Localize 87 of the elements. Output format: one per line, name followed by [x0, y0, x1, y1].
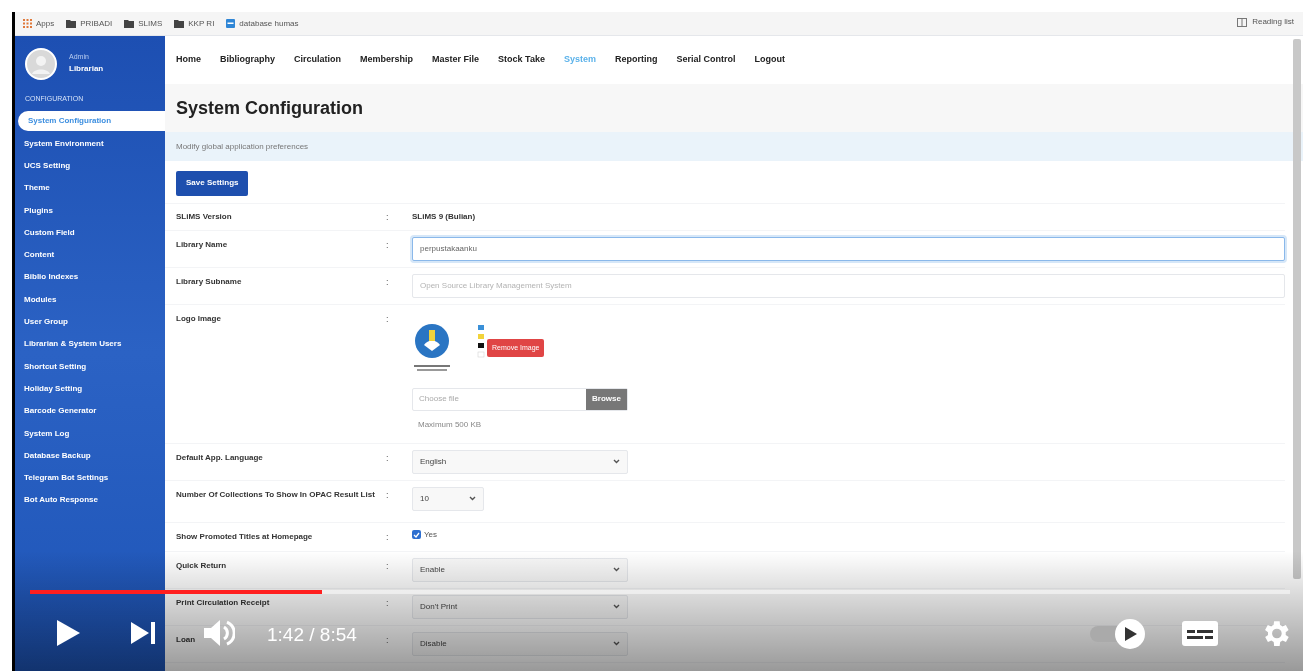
folder-icon: [66, 19, 77, 28]
colon-separator: :: [386, 596, 390, 610]
sidebar-item[interactable]: Modules: [15, 288, 165, 311]
sidebar-item[interactable]: Shortcut Setting: [15, 355, 165, 378]
sidebar-item[interactable]: Biblio Indexes: [15, 266, 165, 289]
setting-label: Loan: [176, 633, 196, 646]
setting-label: Library Subname: [176, 275, 242, 288]
bookmark-link[interactable]: Apps: [36, 17, 55, 30]
sidebar-item[interactable]: Barcode Generator: [15, 400, 165, 423]
save-settings-button[interactable]: Save Settings: [176, 170, 249, 196]
setting-label: Number Of Collections To Show In OPAC Result List: [176, 488, 375, 501]
setting-label: SLiMS Version: [176, 210, 232, 223]
checkbox-label: Yes: [424, 528, 438, 541]
select-field[interactable]: English: [412, 449, 628, 474]
colon-separator: :: [386, 210, 390, 224]
apps-icon: [23, 19, 32, 28]
avatar-icon: [25, 47, 57, 80]
caret-icon: [469, 496, 476, 501]
colon-separator: :: [386, 633, 390, 647]
sidebar-item[interactable]: Database Backup: [15, 444, 165, 467]
colon-separator: :: [386, 238, 390, 252]
caret-icon: [613, 641, 620, 646]
scrollbar[interactable]: [1293, 39, 1301, 579]
select-field[interactable]: Enable: [412, 557, 628, 582]
setting-label: Library Name: [176, 238, 228, 251]
site-icon: [226, 19, 236, 28]
select-field[interactable]: 10: [412, 486, 484, 511]
sidebar-item[interactable]: System Log: [15, 422, 165, 445]
bookmark-link[interactable]: database humas: [239, 17, 299, 30]
setting-label: Show Promoted Titles at Homepage: [176, 530, 313, 543]
page-title: System Configuration: [176, 96, 363, 120]
select-field[interactable]: Don't Print: [412, 594, 628, 619]
setting-label: Quick Return: [176, 559, 227, 572]
reading-list-icon: [1237, 17, 1248, 27]
nav-link[interactable]: Home: [176, 53, 201, 67]
video-time: 1:42 / 8:54: [267, 623, 357, 647]
colon-separator: :: [386, 275, 390, 289]
next-icon[interactable]: [130, 621, 156, 645]
reading-list-link[interactable]: Reading list: [1252, 16, 1294, 28]
colon-separator: :: [386, 530, 390, 544]
sidebar-item[interactable]: Plugins: [15, 199, 165, 222]
text-field[interactable]: perpustakaanku: [412, 236, 1285, 261]
nav-link[interactable]: Reporting: [615, 53, 658, 67]
setting-label: Logo Image: [176, 312, 221, 325]
page-subtitle: Modify global application preferences: [176, 140, 309, 153]
user-name: Librarian: [69, 62, 104, 75]
version-text: SLiMS 9 (Bulian): [412, 210, 477, 223]
sidebar-item[interactable]: Librarian & System Users: [15, 333, 165, 356]
text-field[interactable]: Open Source Library Management System: [412, 273, 1285, 298]
select-field[interactable]: Disable: [412, 631, 628, 656]
checkbox[interactable]: [412, 530, 421, 539]
bookmark-link[interactable]: PRIBADI: [80, 17, 113, 30]
nav-link[interactable]: Serial Control: [676, 53, 736, 67]
caret-icon: [613, 567, 620, 572]
hint-text: Maximum 500 KB: [417, 418, 483, 431]
sidebar-item[interactable]: User Group: [15, 310, 165, 334]
sidebar-item[interactable]: Theme: [15, 177, 165, 200]
nav-link[interactable]: Master File: [432, 53, 480, 67]
bookmark-link[interactable]: SLIMS: [138, 17, 163, 30]
setting-label: Print Circulation Receipt: [176, 596, 270, 609]
sidebar-item[interactable]: Telegram Bot Settings: [15, 466, 165, 490]
nav-link[interactable]: Bibliography: [220, 53, 276, 67]
colon-separator: :: [386, 559, 390, 573]
sidebar-item[interactable]: Bot Auto Response: [15, 489, 165, 512]
setting-label: Default App. Language: [176, 451, 263, 464]
sidebar-item[interactable]: Custom Field: [15, 221, 165, 244]
nav-link[interactable]: Circulation: [294, 53, 342, 67]
sidebar-item[interactable]: Content: [15, 244, 165, 267]
sidebar-item[interactable]: UCS Setting: [15, 154, 165, 178]
colon-separator: :: [386, 312, 390, 326]
play-icon[interactable]: [55, 619, 81, 647]
caret-icon: [613, 459, 620, 464]
colon-separator: :: [386, 451, 390, 465]
nav-link[interactable]: Stock Take: [498, 53, 545, 67]
caret-icon: [613, 604, 620, 609]
subtitles-icon[interactable]: [1181, 620, 1219, 647]
sidebar-item[interactable]: System Environment: [15, 132, 165, 155]
bookmark-link[interactable]: KKP RI: [188, 17, 215, 30]
nav-link[interactable]: Logout: [754, 53, 785, 67]
autoplay-toggle[interactable]: [1089, 618, 1147, 650]
sidebar-item[interactable]: System Configuration: [18, 110, 165, 131]
sidebar-item[interactable]: Holiday Setting: [15, 377, 165, 401]
folder-icon: [174, 19, 185, 28]
colon-separator: :: [386, 488, 390, 502]
nav-link[interactable]: Membership: [360, 53, 414, 67]
folder-icon: [124, 19, 135, 28]
file-input[interactable]: Choose file Browse: [412, 387, 628, 411]
